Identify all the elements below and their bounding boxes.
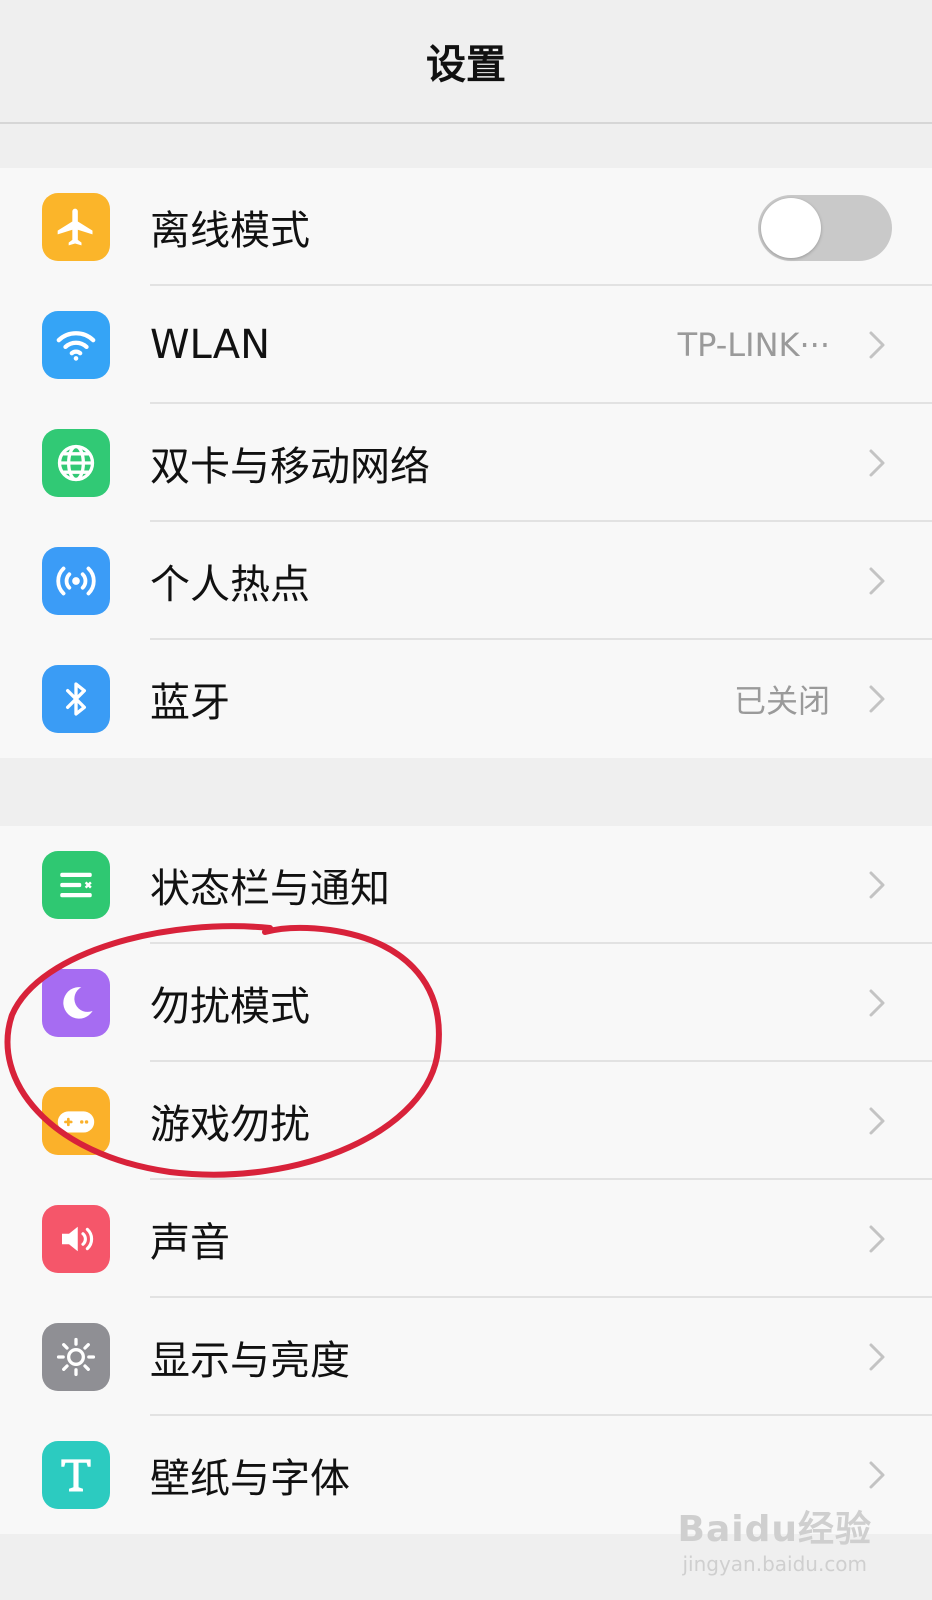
chevron-right-icon bbox=[869, 871, 885, 899]
chevron-right-icon bbox=[869, 331, 885, 359]
toggle-knob bbox=[761, 198, 821, 258]
settings-item-label: 状态栏与通知 bbox=[150, 866, 390, 912]
settings-item-label: 壁纸与字体 bbox=[150, 1456, 350, 1502]
settings-item-dual-sim[interactable]: 双卡与移动网络 bbox=[0, 404, 932, 522]
wlan-network-value: TP-LINK··· bbox=[677, 326, 830, 364]
chevron-right-icon bbox=[869, 685, 885, 713]
wifi-icon bbox=[42, 311, 110, 379]
sun-icon bbox=[42, 1323, 110, 1391]
settings-item-label: 个人热点 bbox=[150, 562, 310, 608]
chevron-right-icon bbox=[869, 449, 885, 477]
page-title: 设置 bbox=[426, 42, 506, 88]
settings-item-label: 双卡与移动网络 bbox=[150, 444, 430, 490]
gamepad-icon bbox=[42, 1087, 110, 1155]
baidu-watermark: Baidu经验 jingyan.baidu.com bbox=[678, 1500, 872, 1576]
chevron-right-icon bbox=[869, 1343, 885, 1371]
bluetooth-icon bbox=[42, 665, 110, 733]
moon-icon bbox=[42, 969, 110, 1037]
settings-item-game-do-not-disturb[interactable]: 游戏勿扰 bbox=[0, 1062, 932, 1180]
chevron-right-icon bbox=[869, 1225, 885, 1253]
statusbar-icon bbox=[42, 851, 110, 919]
hotspot-icon bbox=[42, 547, 110, 615]
settings-group-personalization: 状态栏与通知 勿扰模式 游戏勿扰 声音 显示与亮度 壁纸与字体 bbox=[0, 826, 932, 1534]
airplane-icon bbox=[42, 193, 110, 261]
settings-item-display-brightness[interactable]: 显示与亮度 bbox=[0, 1298, 932, 1416]
settings-item-hotspot[interactable]: 个人热点 bbox=[0, 522, 932, 640]
airplane-mode-toggle[interactable] bbox=[758, 195, 892, 261]
watermark-main-text: Baidu经验 bbox=[677, 1509, 872, 1550]
settings-item-label: 勿扰模式 bbox=[150, 984, 310, 1030]
speaker-icon bbox=[42, 1205, 110, 1273]
chevron-right-icon bbox=[869, 1461, 885, 1489]
watermark-sub-text: jingyan.baidu.com bbox=[682, 1552, 868, 1576]
settings-item-wlan[interactable]: WLAN TP-LINK··· bbox=[0, 286, 932, 404]
chevron-right-icon bbox=[869, 989, 885, 1017]
settings-item-label: 离线模式 bbox=[150, 208, 310, 254]
title-bar: 设置 bbox=[0, 0, 932, 124]
globe-icon bbox=[42, 429, 110, 497]
settings-item-label: 声音 bbox=[150, 1220, 230, 1266]
text-t-icon bbox=[42, 1441, 110, 1509]
settings-item-label: 游戏勿扰 bbox=[150, 1102, 310, 1148]
bluetooth-status-value: 已关闭 bbox=[733, 682, 830, 720]
settings-item-do-not-disturb[interactable]: 勿扰模式 bbox=[0, 944, 932, 1062]
settings-item-airplane-mode[interactable]: 离线模式 bbox=[0, 168, 932, 286]
settings-item-statusbar-notifications[interactable]: 状态栏与通知 bbox=[0, 826, 932, 944]
chevron-right-icon bbox=[869, 567, 885, 595]
chevron-right-icon bbox=[869, 1107, 885, 1135]
settings-group-network: 离线模式 WLAN TP-LINK··· 双卡与移动网络 个人热点 蓝牙 已关闭 bbox=[0, 168, 932, 758]
settings-item-label: 显示与亮度 bbox=[150, 1338, 350, 1384]
settings-item-sound[interactable]: 声音 bbox=[0, 1180, 932, 1298]
settings-item-bluetooth[interactable]: 蓝牙 已关闭 bbox=[0, 640, 932, 758]
settings-item-label: WLAN bbox=[150, 322, 271, 368]
settings-item-label: 蓝牙 bbox=[150, 680, 230, 726]
